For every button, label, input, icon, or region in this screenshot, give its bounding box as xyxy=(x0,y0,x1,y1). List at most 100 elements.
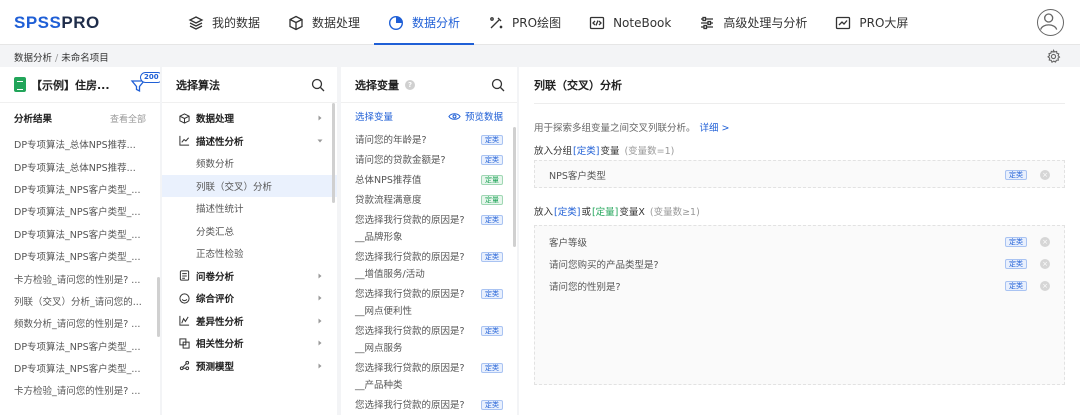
variable-item[interactable]: 您选择我行贷款的原因是? 定类 xyxy=(341,394,517,414)
variable-item[interactable]: 您选择我行贷款的原因是? __增值服务/活动 定类 xyxy=(341,246,517,283)
nav-pro-drawing[interactable]: PRO绘图 xyxy=(474,0,575,45)
algo-label: 数据处理 xyxy=(196,114,235,126)
selected-variable-name: NPS客户类型 xyxy=(549,171,606,182)
variable-item[interactable]: 您选择我行贷款的原因是? __网点便利性 定类 xyxy=(341,283,517,320)
algo-normality-test[interactable]: 正态性检验 xyxy=(162,242,337,265)
result-item[interactable]: 卡方检验_请问您的性别是? ... xyxy=(0,379,150,401)
variable-name: 您选择我行贷款的原因是? xyxy=(355,363,465,374)
categorical-tag: 定类 xyxy=(1005,259,1027,269)
selected-variable[interactable]: 客户等级 定类 × xyxy=(535,231,1064,253)
algorithm-title: 选择算法 xyxy=(176,78,220,92)
result-item[interactable]: 列联（交叉）分析_请问您的... xyxy=(0,290,150,312)
remove-icon[interactable]: × xyxy=(1040,281,1050,291)
help-icon[interactable]: ? xyxy=(405,79,415,90)
eye-icon xyxy=(448,112,461,120)
algo-category-evaluation[interactable]: 综合评价 xyxy=(162,287,337,310)
label-type-categorical: [定类] xyxy=(573,146,600,157)
algorithm-scrollbar[interactable] xyxy=(332,103,335,203)
algo-category-correlation[interactable]: 相关性分析 xyxy=(162,332,337,355)
view-all-link[interactable]: 查看全部 xyxy=(110,112,146,125)
variable-panel: 选择变量 ? 选择变量 预览数据 请问您的年龄是? 定类 请问您的贷款金额是? … xyxy=(341,67,517,415)
nav-pro-screen[interactable]: PRO大屏 xyxy=(821,0,922,45)
variable-item[interactable]: 请问您的年龄是? 定类 xyxy=(341,129,517,149)
label-text: 变量 xyxy=(600,146,620,157)
nav-notebook[interactable]: NoteBook xyxy=(575,0,685,45)
algo-category-difference[interactable]: 差异性分析 xyxy=(162,310,337,333)
nav-data-analysis[interactable]: 数据分析 xyxy=(374,0,475,45)
preview-data-button[interactable]: 预览数据 xyxy=(448,109,503,123)
breadcrumb-bar: 数据分析 / 未命名项目 xyxy=(0,45,1080,67)
nav-data-processing[interactable]: 数据处理 xyxy=(274,0,374,45)
settings-gear-icon[interactable] xyxy=(1046,49,1061,64)
result-item[interactable]: DP专项算法_NPS客户类型_... xyxy=(0,200,150,222)
chevron-right-icon xyxy=(318,318,322,323)
variable-item[interactable]: 总体NPS推荐值 定量 xyxy=(341,169,517,189)
chevron-right-icon xyxy=(318,115,322,121)
result-item[interactable]: DP专项算法_NPS客户类型_... xyxy=(0,223,150,245)
code-icon xyxy=(589,16,605,29)
result-item[interactable]: DP专项算法_NPS客户类型_... xyxy=(0,357,150,379)
group-var-dropzone[interactable]: NPS客户类型 定类 × xyxy=(534,160,1065,188)
search-icon[interactable] xyxy=(311,78,325,92)
categorical-tag: 定类 xyxy=(481,326,503,336)
result-item[interactable]: DP专项算法_NPS客户类型_... xyxy=(0,178,150,200)
variable-item[interactable]: 您选择我行贷款的原因是? __网点服务 定类 xyxy=(341,320,517,357)
variable-name: 您选择我行贷款的原因是? xyxy=(355,252,465,263)
result-item[interactable]: 频数分析_请问您的性别是? ... xyxy=(0,312,150,334)
algo-category-prediction[interactable]: 预测模型 xyxy=(162,355,337,378)
categorical-tag: 定类 xyxy=(1005,170,1027,180)
user-avatar[interactable] xyxy=(1037,9,1064,36)
variable-item[interactable]: 您选择我行贷款的原因是? __产品种类 定类 xyxy=(341,357,517,394)
variable-header: 选择变量 ? xyxy=(341,67,517,103)
variable-name: 总体NPS推荐值 xyxy=(355,175,422,186)
result-item[interactable]: DP专项算法_NPS客户类型_... xyxy=(0,335,150,357)
variable-name: 您选择我行贷款的原因是? xyxy=(355,289,465,300)
algo-label: 差异性分析 xyxy=(196,316,244,328)
algo-label: 问卷分析 xyxy=(196,271,235,283)
selected-variable[interactable]: 请问您购买的产品类型是? 定类 × xyxy=(535,253,1064,275)
algo-group-summary[interactable]: 分类汇总 xyxy=(162,220,337,243)
algo-category-data-processing[interactable]: 数据处理 xyxy=(162,107,337,130)
remove-icon[interactable]: × xyxy=(1040,259,1050,269)
remove-icon[interactable]: × xyxy=(1040,237,1050,247)
data-panel: 【示例】住房... 200 分析结果 查看全部 DP专项算法_总体NPS推荐..… xyxy=(0,67,160,415)
algo-crosstab-selected[interactable]: 列联（交叉）分析 xyxy=(162,174,337,197)
description-text: 用于探索多组变量之间交叉列联分析。 xyxy=(534,123,696,134)
result-item[interactable]: DP专项算法_NPS客户类型_... xyxy=(0,245,150,267)
label-hint: (变量数=1) xyxy=(624,146,675,157)
algo-category-descriptive[interactable]: 描述性分析 xyxy=(162,130,337,153)
label-text: 放入 xyxy=(534,207,554,218)
numeric-tag: 定量 xyxy=(481,175,503,185)
nav-advanced[interactable]: 高级处理与分析 xyxy=(685,0,821,45)
results-title: 分析结果 xyxy=(14,114,53,125)
app-logo[interactable]: SPSSPRO xyxy=(14,13,100,33)
breadcrumb-parent[interactable]: 数据分析 xyxy=(14,53,52,64)
variable-item[interactable]: 贷款流程满意度 定量 xyxy=(341,189,517,209)
nav-my-data[interactable]: 我的数据 xyxy=(174,0,274,45)
search-icon[interactable] xyxy=(491,78,505,92)
result-item[interactable]: 卡方检验_请问您的性别是? ... xyxy=(0,267,150,289)
variable-item[interactable]: 请问您的贷款金额是? 定类 xyxy=(341,149,517,169)
pie-chart-icon xyxy=(389,15,404,30)
result-item[interactable]: DP专项算法_总体NPS推荐... xyxy=(0,155,150,177)
variable-name: 贷款流程满意度 xyxy=(355,195,422,206)
selected-variable[interactable]: NPS客户类型 定类 × xyxy=(535,164,1064,186)
results-scrollbar[interactable] xyxy=(157,277,160,337)
selected-variable[interactable]: 请问您的性别是? 定类 × xyxy=(535,275,1064,297)
result-item[interactable]: DP专项算法_总体NPS推荐... xyxy=(0,133,150,155)
variable-item[interactable]: 您选择我行贷款的原因是? __品牌形象 定类 xyxy=(341,209,517,246)
variable-name: 您选择我行贷款的原因是? xyxy=(355,326,465,337)
select-variable-tab[interactable]: 选择变量 xyxy=(355,109,393,123)
algo-label: 描述性分析 xyxy=(196,136,244,148)
group-var-label: 放入分组 [定类] 变量 (变量数=1) xyxy=(519,140,1080,160)
line-chart-icon xyxy=(836,16,851,29)
x-var-dropzone[interactable]: 客户等级 定类 × 请问您购买的产品类型是? 定类 × 请问您的性别是? 定类 … xyxy=(534,225,1065,385)
algo-frequency[interactable]: 频数分析 xyxy=(162,152,337,175)
algo-descriptive-stats[interactable]: 描述性统计 xyxy=(162,197,337,220)
data-file-header[interactable]: 【示例】住房... 200 xyxy=(0,67,160,103)
algo-category-survey[interactable]: 问卷分析 xyxy=(162,265,337,288)
variable-scrollbar[interactable] xyxy=(513,127,516,247)
remove-icon[interactable]: × xyxy=(1040,170,1050,180)
detail-link[interactable]: 详细 > xyxy=(700,123,730,134)
config-title: 列联（交叉）分析 xyxy=(534,79,622,92)
